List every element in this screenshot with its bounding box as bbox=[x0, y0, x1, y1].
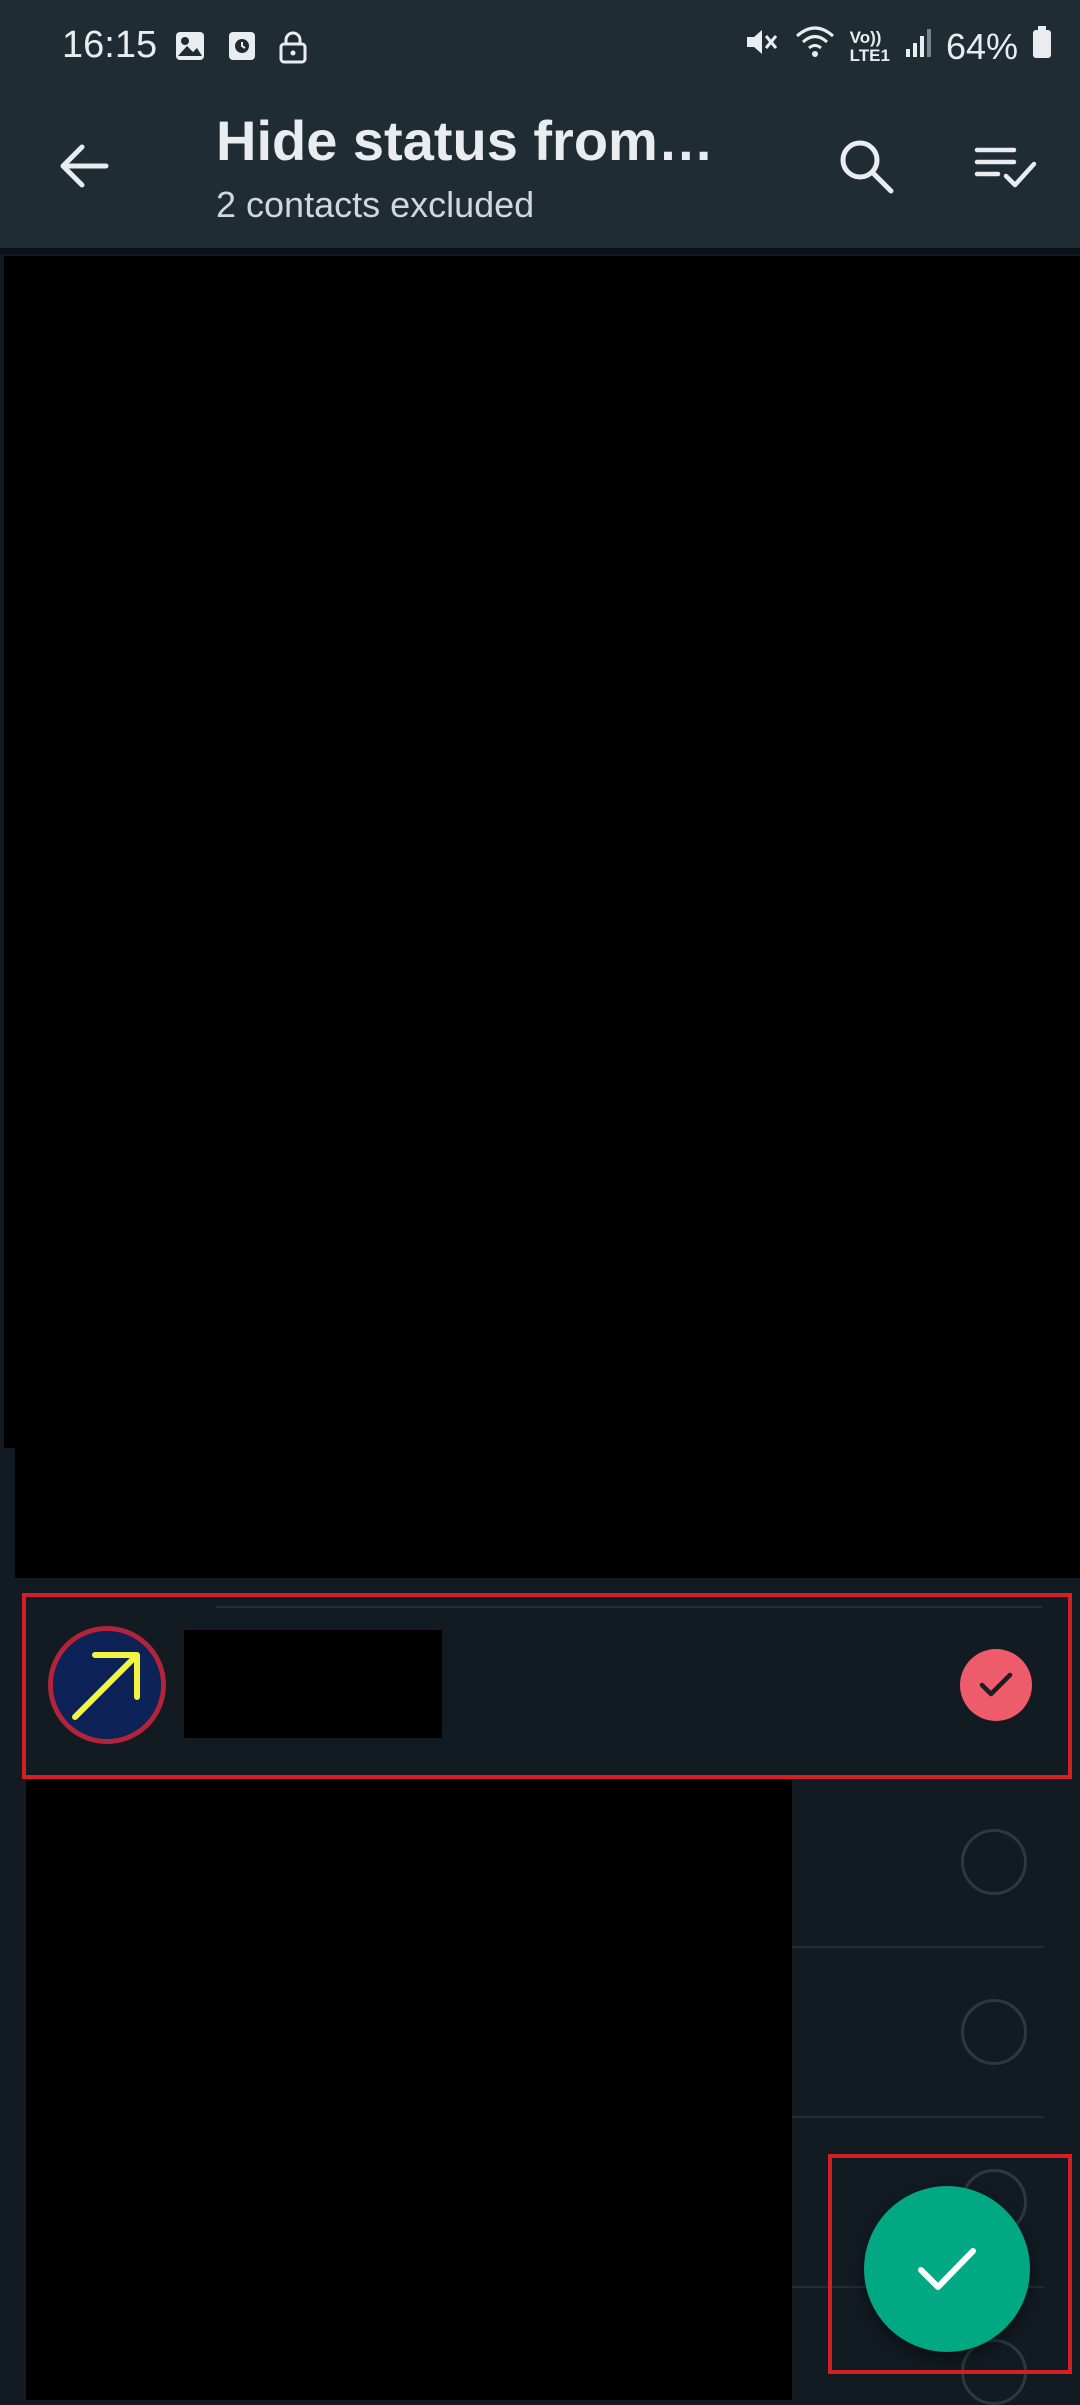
page-subtitle: 2 contacts excluded bbox=[216, 184, 535, 225]
app-bar-shadow bbox=[0, 248, 1080, 254]
battery-icon bbox=[1032, 25, 1052, 68]
select-all-button[interactable] bbox=[966, 126, 1046, 206]
redacted-contacts-area-lower bbox=[15, 1440, 1080, 1578]
volte-label: Vo)) bbox=[849, 27, 882, 47]
list-divider bbox=[792, 2116, 1044, 2118]
battery-percent: 64% bbox=[945, 25, 1018, 67]
wifi-icon bbox=[794, 24, 836, 69]
gallery-icon bbox=[174, 30, 206, 69]
volte-icon: Vo)) LTE1 bbox=[849, 27, 890, 65]
search-icon bbox=[840, 140, 894, 194]
lock-icon bbox=[278, 30, 308, 69]
highlight-fab bbox=[828, 2154, 1072, 2374]
status-time: 16:15 bbox=[62, 24, 158, 66]
highlight-selected-row bbox=[22, 1593, 1072, 1779]
status-bar: 16:15 Vo)) LTE1 64% bbox=[0, 0, 1080, 100]
page-title: Hide status from… bbox=[216, 109, 714, 172]
mute-icon bbox=[744, 25, 780, 68]
status-left-icons bbox=[174, 30, 308, 69]
redacted-contacts-bottom bbox=[26, 1780, 792, 2400]
signal-icon bbox=[904, 26, 932, 68]
redacted-contacts-area bbox=[4, 256, 1080, 1448]
screen-record-icon bbox=[226, 30, 258, 69]
back-arrow-icon bbox=[60, 144, 109, 188]
status-right-icons: Vo)) LTE1 64% bbox=[744, 24, 1052, 69]
list-divider bbox=[792, 1946, 1044, 1948]
unselected-check[interactable] bbox=[961, 1999, 1027, 2065]
unselected-check[interactable] bbox=[961, 1829, 1027, 1895]
back-button[interactable] bbox=[48, 130, 120, 202]
lte-label: LTE1 bbox=[849, 45, 890, 65]
search-button[interactable] bbox=[826, 126, 906, 206]
select-all-icon bbox=[974, 147, 1037, 188]
